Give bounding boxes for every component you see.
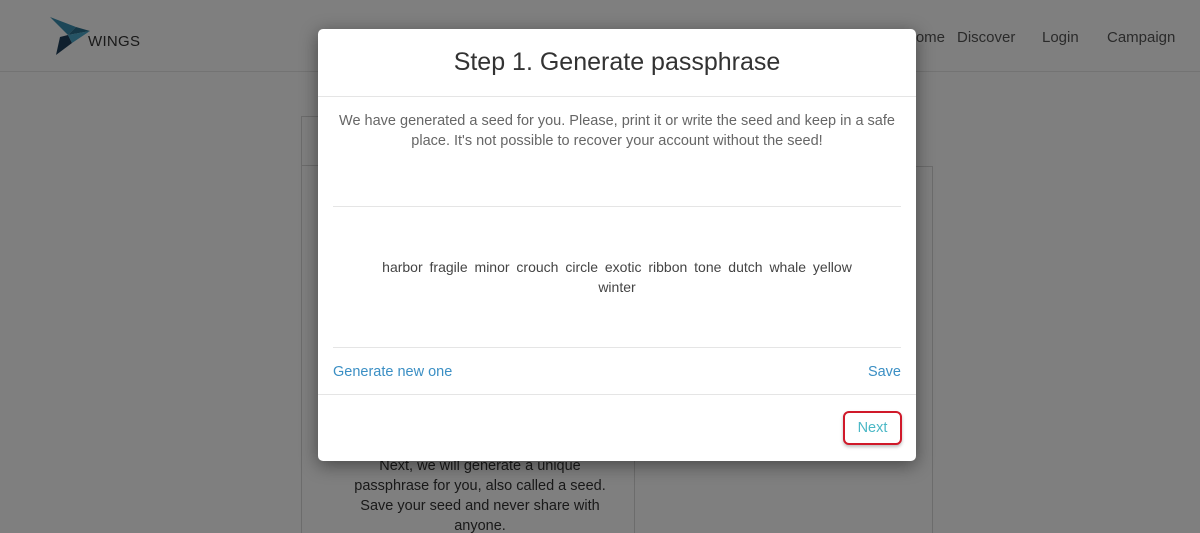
next-button[interactable]: Next — [843, 411, 902, 445]
passphrase-modal: Step 1. Generate passphrase We have gene… — [318, 29, 916, 461]
modal-footer: Next — [318, 394, 916, 461]
divider — [333, 347, 901, 348]
modal-header: Step 1. Generate passphrase — [318, 29, 916, 97]
modal-body: We have generated a seed for you. Please… — [333, 98, 901, 394]
generate-new-link[interactable]: Generate new one — [333, 364, 452, 380]
modal-title: Step 1. Generate passphrase — [453, 48, 781, 76]
save-link[interactable]: Save — [868, 364, 901, 380]
divider — [333, 206, 901, 207]
seed-intro-text: We have generated a seed for you. Please… — [339, 113, 895, 149]
seed-phrase: harbor fragile minor crouch circle exoti… — [382, 259, 852, 295]
